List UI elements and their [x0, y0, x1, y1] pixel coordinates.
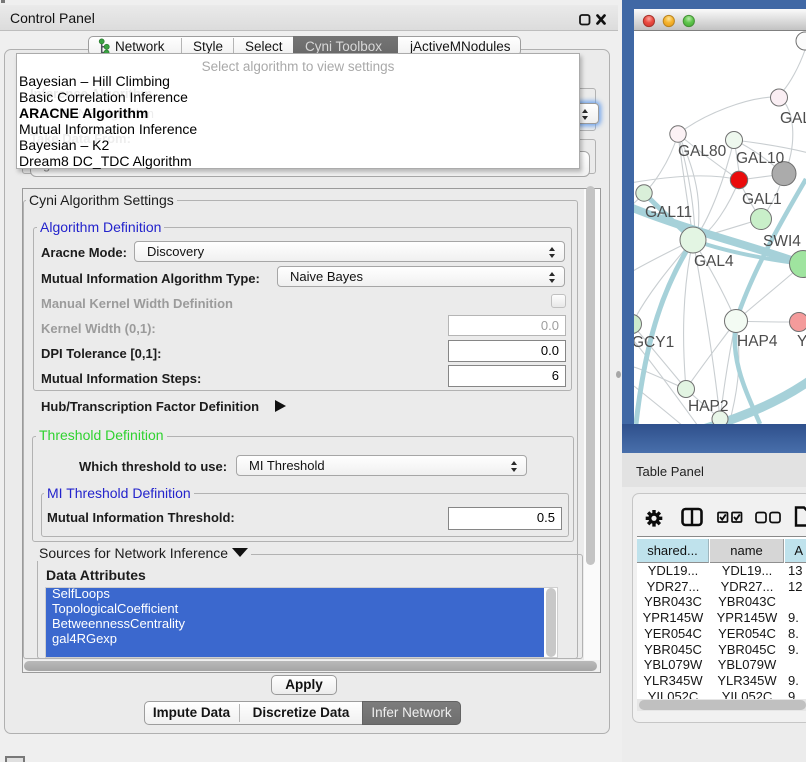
svg-text:GAL7: GAL7 — [780, 110, 806, 127]
svg-text:GAL80: GAL80 — [678, 143, 727, 160]
svg-text:GAL10: GAL10 — [736, 150, 785, 167]
svg-text:HAP2: HAP2 — [688, 398, 729, 415]
svg-text:SWI4: SWI4 — [763, 233, 801, 250]
svg-text:GCY1: GCY1 — [634, 334, 674, 351]
svg-text:GAL1: GAL1 — [742, 191, 782, 208]
svg-text:GAL11: GAL11 — [645, 204, 692, 221]
svg-text:HAP4: HAP4 — [737, 333, 778, 350]
svg-text:GAL4: GAL4 — [694, 253, 734, 270]
svg-text:YJR048W: YJR048W — [797, 333, 806, 350]
